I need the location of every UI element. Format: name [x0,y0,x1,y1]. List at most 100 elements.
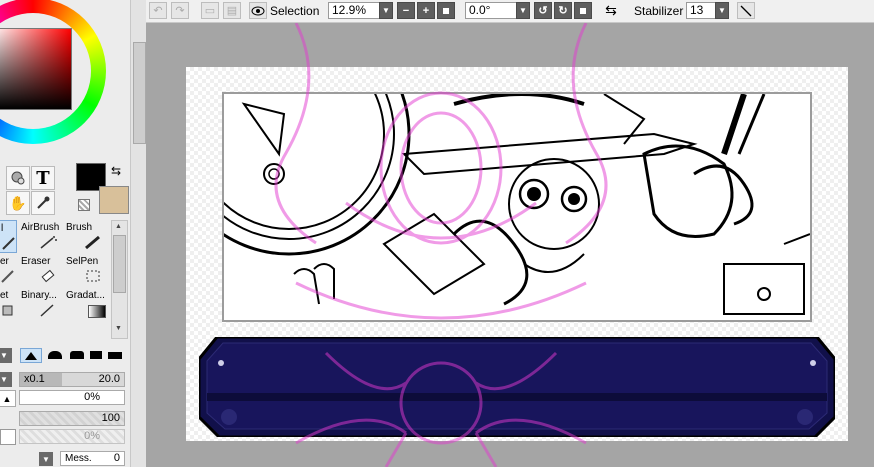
transparent-color-icon[interactable] [78,199,90,211]
eraser-tool-label: Eraser [21,256,51,267]
zoom-reset-button[interactable] [437,2,455,19]
selpen-tool-button[interactable]: SelPen [64,254,107,287]
undo-icon: ↶ [153,5,163,17]
brush-shape-1[interactable] [20,348,42,363]
zoom-out-button[interactable]: − [397,2,415,19]
binary-pen-icon [40,304,54,317]
brush-tool-button[interactable]: Brush [64,220,107,253]
chevron-down-icon: ▼ [519,6,527,15]
line-icon [740,5,752,16]
tool-panel: T ✋ ⇆ l AirBrush Brush er Eraser SelPen … [0,0,131,467]
rotate-left-icon: ↺ [538,5,548,17]
selection-label: Selection [270,3,320,18]
comic-panel-image [222,92,812,322]
gradation-icon [88,305,106,318]
zoom-in-icon: + [422,4,430,17]
brush-size-multiplier: x0.1 [24,373,45,385]
zoom-reset-icon [443,7,449,14]
marker-tool-label: er [0,256,9,267]
brush-shape-2[interactable] [44,348,66,363]
flip-button[interactable]: ⇆ [602,2,620,19]
mess-field[interactable]: Mess. 0 [60,451,125,466]
deselect-button[interactable]: ▭ [201,2,219,19]
invert-selection-button[interactable]: ▤ [223,2,241,19]
pen-tool-button[interactable]: l [0,220,17,253]
marker-tool-button[interactable]: er [0,254,17,287]
chevron-down-icon: ▼ [718,6,726,15]
hand-icon: ✋ [9,194,27,211]
stabilizer-dropdown[interactable]: ▼ [715,2,729,19]
selpen-tool-label: SelPen [66,256,99,267]
brush-size-slider[interactable]: x0.1 20.0 [19,372,125,387]
airbrush-tool-label: AirBrush [21,222,60,233]
zoom-dropdown[interactable]: ▼ [379,2,393,19]
zoom-in-button[interactable]: + [417,2,435,19]
density-slider[interactable]: 100 [19,411,125,426]
blending-dropdown-arrow[interactable]: ▼ [39,452,53,466]
secondary-color-swatch[interactable] [99,186,129,214]
min-size-icon[interactable]: ▲ [0,390,16,407]
rotate-left-button[interactable]: ↺ [534,2,552,19]
density-value: 100 [101,412,120,424]
binary-tool-button[interactable]: Binary... [19,288,62,321]
rotate-reset-icon [580,7,586,14]
canvas-document[interactable] [186,67,848,441]
rotate-right-icon: ↻ [558,5,568,17]
min-size-value: 0% [84,391,100,403]
bucket-tool-label: et [0,290,9,301]
zoom-field[interactable]: 12.9% [328,2,380,19]
panel-scrollbar[interactable] [130,0,147,467]
banner-graphic [197,335,837,439]
airbrush-icon [40,236,57,249]
bucket-icon [2,305,13,316]
brush-shape-dropdown[interactable]: ▼ [0,348,12,363]
main-toolbar: ↶ ↷ ▭ ▤ Selection 12.9% ▼ − + 0.0° ▼ ↺ ↻… [146,0,874,23]
redo-button[interactable]: ↷ [171,2,189,19]
texture-checkbox[interactable] [0,429,16,445]
deselect-icon: ▭ [204,5,216,17]
swap-colors-icon[interactable]: ⇆ [111,164,121,178]
texture-strength-value: 0% [84,430,100,442]
bucket-tool-button[interactable]: et [0,288,17,321]
undo-button[interactable]: ↶ [149,2,167,19]
lasso-tool-button[interactable] [6,166,30,190]
eye-icon [251,6,265,15]
marker-icon [1,270,14,283]
invert-icon: ▤ [226,5,238,17]
pen-tool-label: l [1,223,4,234]
brush-shape-selector: ▼ [0,348,130,364]
pen-icon [2,237,15,250]
color-picker-square[interactable] [0,28,72,110]
tool-grid: l AirBrush Brush er Eraser SelPen et Bin… [0,220,108,320]
brush-shape-4[interactable] [86,348,108,363]
lasso-icon [11,171,25,185]
brush-icon [85,235,100,250]
text-tool-button[interactable]: T [31,166,55,190]
canvas-area[interactable] [146,23,874,467]
brush-size-dropdown[interactable]: ▼ [0,372,12,387]
gradation-tool-label: Gradat... [66,290,105,301]
rotation-field[interactable]: 0.0° [465,2,517,19]
tool-grid-scrollbar[interactable]: ▲ ▼ [111,220,128,339]
brush-tool-label: Brush [66,222,93,233]
binary-tool-label: Binary... [21,290,57,301]
rotation-dropdown[interactable]: ▼ [516,2,530,19]
min-size-slider[interactable]: 0% [19,390,125,405]
eraser-tool-button[interactable]: Eraser [19,254,62,287]
chevron-down-icon: ▼ [382,6,390,15]
eyedropper-tool-button[interactable] [31,191,55,215]
texture-strength-slider[interactable]: 0% [19,429,125,444]
gradation-tool-button[interactable]: Gradat... [64,288,107,321]
airbrush-tool-button[interactable]: AirBrush [19,220,62,253]
brush-shape-3[interactable] [66,348,88,363]
hand-tool-button[interactable]: ✋ [6,191,30,215]
line-tool-button[interactable] [737,2,755,19]
selection-visibility-button[interactable] [249,2,267,19]
flip-icon: ⇆ [605,2,617,18]
rotate-reset-button[interactable] [574,2,592,19]
mess-value: 0 [113,452,120,464]
rotate-right-button[interactable]: ↻ [554,2,572,19]
redo-icon: ↷ [175,5,185,17]
eyedropper-icon [37,196,50,209]
brush-shape-5[interactable] [106,348,128,363]
